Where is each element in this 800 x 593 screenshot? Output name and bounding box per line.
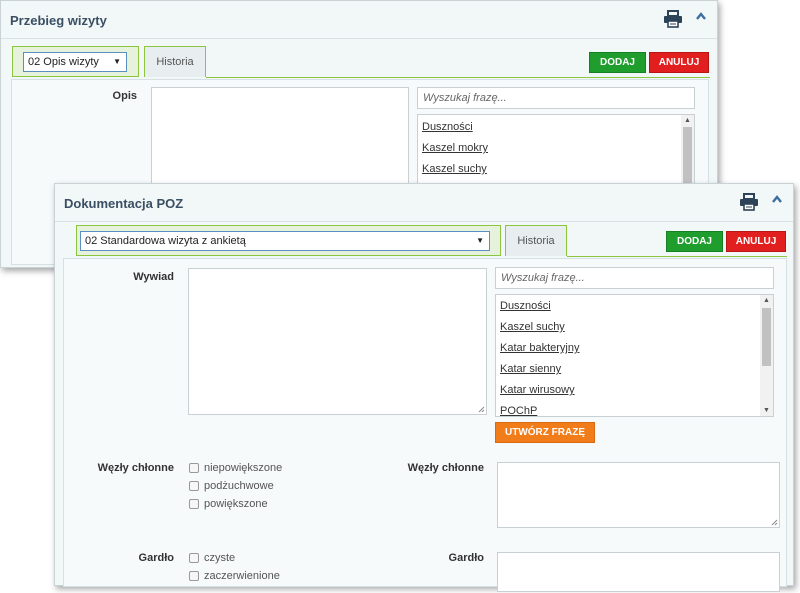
printer-icon[interactable]: [663, 10, 683, 28]
lymph-nodes-label: Węzły chłonne: [97, 462, 174, 474]
checkbox-row: niepowiększone: [189, 462, 282, 476]
checkbox-label: czyste: [204, 552, 236, 565]
throat-textarea[interactable]: [497, 552, 780, 592]
scroll-up-icon[interactable]: ▲: [681, 115, 694, 126]
add-button[interactable]: DODAJ: [666, 231, 723, 252]
list-item[interactable]: POChP: [500, 405, 537, 416]
chevron-down-icon: ▼: [113, 57, 121, 66]
scroll-thumb[interactable]: [762, 308, 771, 366]
checkbox-enlarged[interactable]: [189, 499, 199, 510]
window-titlebar: Dokumentacja POZ: [55, 184, 793, 222]
checkbox-reddened[interactable]: [189, 571, 199, 582]
tab-history-label: Historia: [517, 235, 555, 247]
checkbox-row: podżuchwowe: [189, 480, 274, 494]
list-item[interactable]: Katar wirusowy: [500, 384, 575, 396]
list-item[interactable]: Duszności: [422, 121, 473, 133]
scroll-thumb[interactable]: [683, 127, 692, 187]
window-title: Dokumentacja POZ: [64, 196, 184, 211]
tab-history-label: Historia: [156, 56, 194, 68]
chevron-down-icon: ▼: [476, 236, 484, 245]
scroll-up-icon[interactable]: ▲: [760, 295, 773, 306]
create-phrase-button[interactable]: UTWÓRZ FRAZĘ: [495, 422, 595, 443]
template-select-value: 02 Opis wizyty: [28, 56, 99, 68]
scroll-down-icon[interactable]: ▼: [760, 405, 773, 416]
list-item[interactable]: Duszności: [500, 300, 551, 312]
chevron-up-icon[interactable]: [695, 11, 707, 23]
interview-textarea[interactable]: [188, 268, 487, 415]
description-label: Opis: [112, 90, 137, 102]
tab-history[interactable]: Historia: [144, 46, 206, 77]
list-item[interactable]: Kaszel mokry: [422, 142, 488, 154]
cancel-button[interactable]: ANULUJ: [649, 52, 709, 73]
checkbox-label: podżuchwowe: [204, 480, 274, 493]
tab-underline: [567, 256, 787, 257]
checkbox-submandibular[interactable]: [189, 481, 199, 492]
checkbox-row: zaczerwienione: [189, 570, 280, 584]
list-item[interactable]: Kaszel suchy: [500, 321, 565, 333]
checkbox-label: niepowiększone: [204, 462, 283, 475]
phrase-list-scrollbar[interactable]: ▲ ▼: [760, 295, 773, 416]
window-titlebar: Przebieg wizyty: [1, 1, 717, 39]
resize-handle-icon[interactable]: [478, 406, 485, 413]
template-select-wrapper: 02 Opis wizyty ▼: [12, 46, 139, 77]
list-item[interactable]: Katar sienny: [500, 363, 561, 375]
template-select[interactable]: 02 Opis wizyty ▼: [23, 52, 127, 72]
lymph-nodes-notes-label: Węzły chłonne: [407, 462, 484, 474]
cancel-button[interactable]: ANULUJ: [726, 231, 786, 252]
checkbox-clear[interactable]: [189, 553, 199, 564]
interview-label: Wywiad: [133, 271, 174, 283]
chevron-up-icon[interactable]: [771, 194, 783, 206]
checkbox-label: zaczerwienione: [204, 570, 280, 583]
phrase-search-input[interactable]: Wyszukaj frazę...: [417, 87, 695, 109]
checkbox-row: powiększone: [189, 498, 268, 512]
phrase-search-input[interactable]: Wyszukaj frazę...: [495, 267, 774, 289]
poz-documentation-window: Dokumentacja POZ 02 Standardowa wizyta z…: [54, 183, 794, 592]
printer-icon[interactable]: [739, 193, 759, 211]
throat-notes-label: Gardło: [448, 552, 484, 564]
window-title: Przebieg wizyty: [10, 13, 107, 28]
template-select-value: 02 Standardowa wizyta z ankietą: [85, 235, 246, 247]
template-select-wrapper: 02 Standardowa wizyta z ankietą ▼: [76, 225, 501, 256]
list-item[interactable]: Katar bakteryjny: [500, 342, 579, 354]
checkbox-row: czyste: [189, 552, 235, 566]
tab-history[interactable]: Historia: [505, 225, 567, 256]
checkbox-not-enlarged[interactable]: [189, 463, 199, 474]
phrase-list: Duszności Kaszel suchy Katar bakteryjny …: [495, 294, 774, 417]
checkbox-label: powiększone: [204, 498, 268, 511]
list-item[interactable]: Kaszel suchy: [422, 163, 487, 175]
form-panel: Wywiad Wyszukaj frazę... Duszności Kasze…: [63, 258, 787, 592]
resize-handle-icon[interactable]: [771, 519, 778, 526]
tab-underline: [206, 77, 710, 78]
template-select[interactable]: 02 Standardowa wizyta z ankietą ▼: [80, 231, 490, 251]
throat-label: Gardło: [138, 552, 174, 564]
add-button[interactable]: DODAJ: [589, 52, 646, 73]
lymph-nodes-textarea[interactable]: [497, 462, 780, 528]
